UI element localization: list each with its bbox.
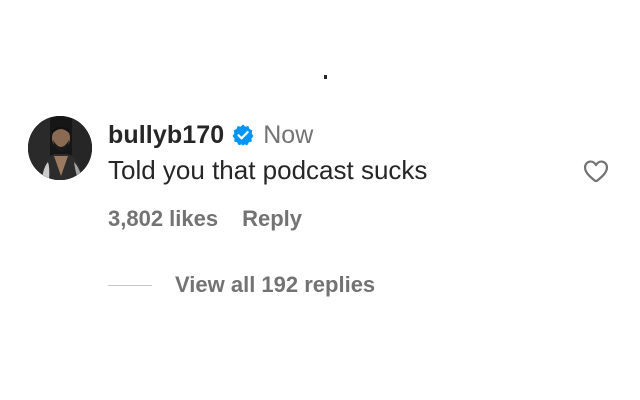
separator-dot [324, 75, 327, 79]
heart-outline-icon[interactable] [582, 157, 610, 185]
comment-header: bullyb170 Now [108, 118, 578, 152]
comment-text: Told you that podcast sucks [108, 155, 428, 185]
view-replies-row[interactable]: View all 192 replies [108, 272, 375, 298]
avatar-image [28, 116, 92, 180]
avatar[interactable] [28, 116, 92, 180]
reply-button[interactable]: Reply [242, 206, 302, 232]
timestamp: Now [263, 120, 314, 149]
username[interactable]: bullyb170 [108, 121, 224, 150]
likes-count[interactable]: 3,802 likes [108, 206, 218, 232]
comment-body: bullyb170 Now Told you that podcast suck… [108, 118, 578, 187]
comment-meta: 3,802 likes Reply [108, 206, 302, 232]
verified-badge-icon [231, 123, 255, 147]
view-replies-button[interactable]: View all 192 replies [175, 272, 375, 298]
comment-screen: bullyb170 Now Told you that podcast suck… [0, 0, 640, 400]
replies-divider [108, 284, 152, 286]
